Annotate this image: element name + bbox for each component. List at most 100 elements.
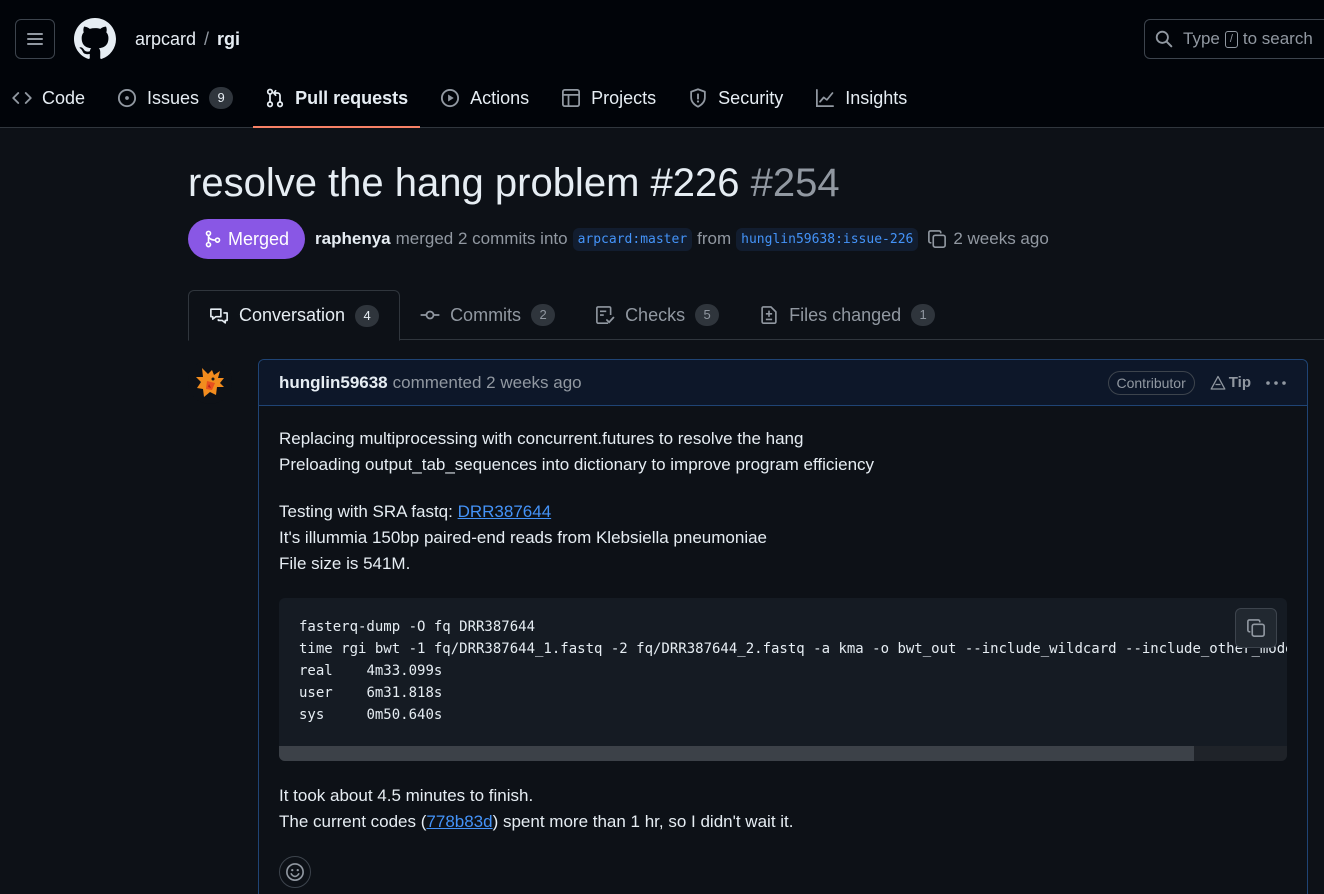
tab-files-changed[interactable]: Files changed 1 xyxy=(739,290,955,340)
comment-body: Replacing multiprocessing with concurren… xyxy=(259,406,1307,894)
comment-timestamp[interactable]: commented 2 weeks ago xyxy=(393,373,582,393)
search-prefix: Type xyxy=(1183,29,1220,48)
issue-icon xyxy=(117,88,137,108)
nav-actions[interactable]: Actions xyxy=(428,76,541,120)
code-scrollbar[interactable] xyxy=(279,746,1287,761)
code-icon xyxy=(12,92,32,104)
hamburger-icon xyxy=(27,33,43,45)
search-suffix: to search xyxy=(1242,29,1313,48)
pr-meta: Merged raphenya merged 2 commits into ar… xyxy=(188,219,1049,259)
copy-icon xyxy=(1247,619,1265,637)
tip-button[interactable]: Tip xyxy=(1209,374,1251,391)
breadcrumb-owner[interactable]: arpcard xyxy=(135,29,196,49)
nav-security-label: Security xyxy=(718,87,784,108)
dragon-avatar-icon xyxy=(196,368,224,397)
kebab-horizontal-icon xyxy=(1266,380,1286,385)
copy-branch-button[interactable] xyxy=(927,229,947,249)
add-reaction-button[interactable] xyxy=(279,856,311,888)
nav-projects-label: Projects xyxy=(591,87,657,108)
comment-paragraph: Replacing multiprocessing with concurren… xyxy=(279,426,1287,478)
nav-insights[interactable]: Insights xyxy=(803,76,919,120)
nav-issues-label: Issues xyxy=(147,87,200,108)
code-block: fasterq-dump -O fq DRR387644 time rgi bw… xyxy=(279,598,1287,761)
menu-button[interactable] xyxy=(15,19,55,59)
nav-pull-requests[interactable]: Pull requests xyxy=(253,76,421,128)
play-icon xyxy=(441,88,460,108)
merge-action-text: merged 2 commits into xyxy=(395,229,568,248)
tab-files-changed-count: 1 xyxy=(911,304,936,326)
comment-discussion-icon xyxy=(210,307,228,324)
comment-box: hunglin59638 commented 2 weeks ago Contr… xyxy=(258,359,1308,894)
nav-issues[interactable]: Issues 9 xyxy=(105,76,245,120)
tab-files-changed-label: Files changed xyxy=(789,304,902,325)
issues-count-badge: 9 xyxy=(209,87,234,109)
pr-tabs: Conversation 4 Commits 2 Checks 5 Files … xyxy=(188,290,1324,341)
comment-line: File size is 541M. xyxy=(279,554,411,573)
page-title: resolve the hang problem #226 #254 xyxy=(188,161,840,206)
copy-icon xyxy=(928,230,947,248)
merger-link[interactable]: raphenya xyxy=(315,229,391,249)
copy-code-button[interactable] xyxy=(1235,608,1277,648)
commit-icon xyxy=(420,310,440,320)
testing-prefix: Testing with SRA fastq: xyxy=(279,502,458,521)
table-icon xyxy=(562,89,581,107)
comment-header-actions: Contributor Tip xyxy=(1107,370,1288,395)
sra-link[interactable]: DRR387644 xyxy=(458,502,552,521)
tab-commits[interactable]: Commits 2 xyxy=(400,290,575,340)
status-badge-label: Merged xyxy=(228,228,290,249)
checklist-icon xyxy=(596,306,615,324)
comment-line: Preloading output_tab_sequences into dic… xyxy=(279,455,875,474)
comment-header: hunglin59638 commented 2 weeks ago Contr… xyxy=(259,360,1307,406)
tab-checks-count: 5 xyxy=(695,304,720,326)
comment-line: It took about 4.5 minutes to finish. xyxy=(279,786,534,805)
merge-icon xyxy=(205,230,221,248)
tab-conversation-label: Conversation xyxy=(239,305,346,325)
commit-link[interactable]: 778b83d xyxy=(426,812,492,831)
tab-commits-label: Commits xyxy=(450,304,522,325)
nav-code[interactable]: Code xyxy=(0,76,97,120)
pull-request-icon xyxy=(266,88,284,108)
nav-projects[interactable]: Projects xyxy=(549,76,668,120)
breadcrumb: arpcard / rgi xyxy=(135,29,240,50)
nav-security[interactable]: Security xyxy=(676,76,795,120)
search-shortcut-key: / xyxy=(1224,30,1238,48)
app-header: arpcard / rgi Type / to search Code Issues… xyxy=(0,0,1324,128)
nav-pull-requests-label: Pull requests xyxy=(295,87,409,108)
diff-icon xyxy=(761,306,777,324)
base-branch-link[interactable]: arpcard:master xyxy=(572,227,693,251)
head-branch-link[interactable]: hunglin59638:issue-226 xyxy=(736,227,919,251)
pr-title-text: resolve the hang problem #226 xyxy=(188,161,740,205)
shield-icon xyxy=(690,88,706,108)
from-text: from xyxy=(697,229,732,248)
code-content: fasterq-dump -O fq DRR387644 time rgi bw… xyxy=(299,619,1287,723)
tab-checks-label: Checks xyxy=(625,304,686,325)
breadcrumb-separator: / xyxy=(204,29,210,49)
code-scrollbar-thumb[interactable] xyxy=(279,746,1194,761)
nav-actions-label: Actions xyxy=(470,87,530,108)
repo-nav: Code Issues 9 Pull requests Actions Proj… xyxy=(0,76,927,128)
nav-code-label: Code xyxy=(42,87,86,108)
avatar[interactable] xyxy=(188,360,232,404)
search-icon xyxy=(1155,30,1173,48)
comment-line: Replacing multiprocessing with concurren… xyxy=(279,429,804,448)
current-prefix: The current codes ( xyxy=(279,812,427,831)
merge-time: 2 weeks ago xyxy=(953,229,1049,248)
smiley-icon xyxy=(286,863,304,881)
tab-conversation-count: 4 xyxy=(355,304,380,327)
more-options-button[interactable] xyxy=(1265,375,1287,391)
current-suffix: ) spent more than 1 hr, so I didn't wait… xyxy=(492,812,794,831)
contributor-badge: Contributor xyxy=(1107,370,1195,395)
pr-number: #254 xyxy=(750,161,840,205)
search-input[interactable]: Type / to search xyxy=(1144,19,1324,59)
github-logo-icon[interactable] xyxy=(74,18,116,60)
breadcrumb-repo[interactable]: rgi xyxy=(217,29,240,49)
graph-icon xyxy=(816,89,835,107)
tab-checks[interactable]: Checks 5 xyxy=(575,290,739,340)
tip-label: Tip xyxy=(1228,374,1251,391)
comment-line: It's illummia 150bp paired-end reads fro… xyxy=(279,528,768,547)
tab-conversation[interactable]: Conversation 4 xyxy=(188,290,401,341)
comment-author-link[interactable]: hunglin59638 xyxy=(279,373,388,393)
comment-paragraph: Testing with SRA fastq: DRR387644 It's i… xyxy=(279,499,1287,577)
beaker-icon xyxy=(1210,375,1226,390)
status-badge: Merged xyxy=(188,219,306,259)
